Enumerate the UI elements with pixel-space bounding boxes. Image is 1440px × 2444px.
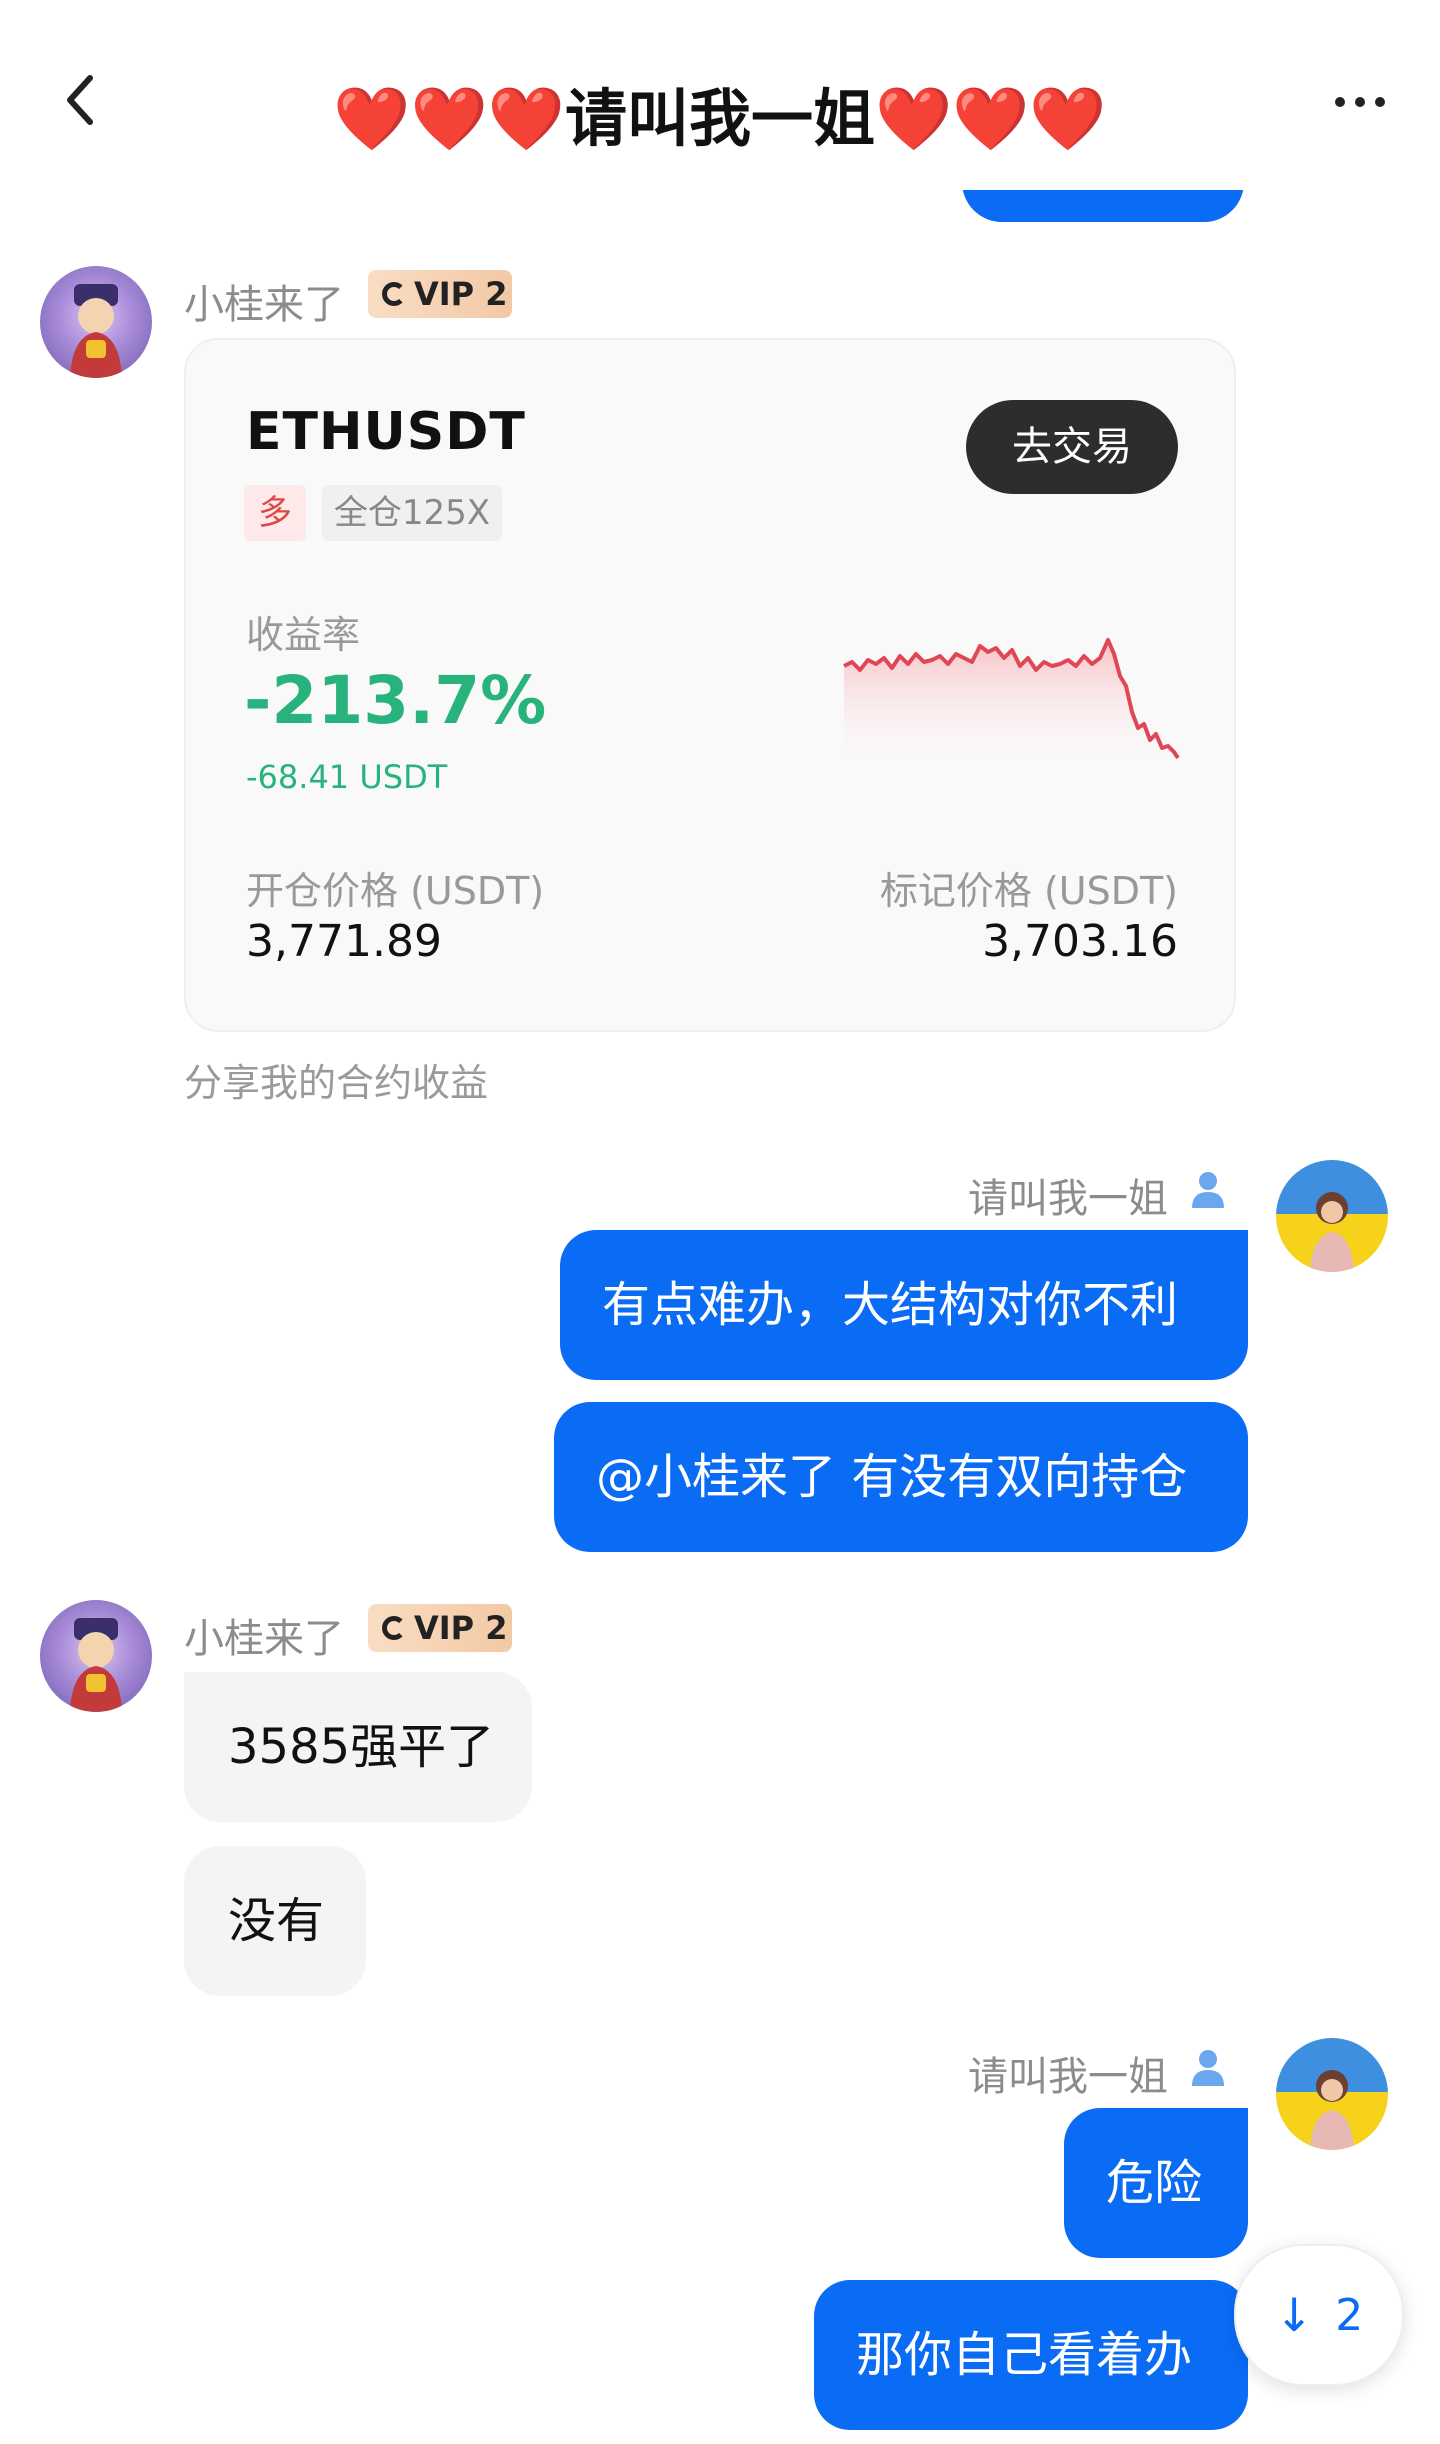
leverage-tag: 全仓125X [322, 485, 502, 541]
avatar-image [70, 1618, 122, 1712]
sender-name[interactable]: 小桂来了 [184, 272, 344, 330]
vip-badge: VIP 2 [368, 1604, 512, 1652]
user-icon [1192, 1172, 1224, 1208]
vip-logo-icon [382, 282, 406, 306]
message-bubble-other[interactable]: 3585强平了 [184, 1672, 532, 1822]
vip-badge-label: VIP 2 [414, 275, 508, 313]
trading-pair: ETHUSDT [246, 402, 526, 462]
card-caption: 分享我的合约收益 [184, 1061, 489, 1105]
scroll-to-new-button[interactable]: ↓ 2 [1234, 2244, 1404, 2386]
message-bubble-self[interactable]: @小桂来了 有没有双向持仓 [554, 1402, 1248, 1552]
vip-badge: VIP 2 [368, 270, 512, 318]
title-hearts-right: ❤️❤️❤️ [875, 82, 1107, 155]
message-bubble-self[interactable]: 那你自己看着办 [814, 2280, 1248, 2430]
message-bubble-other[interactable]: 没有 [184, 1846, 366, 1996]
message-bubble-self[interactable]: 有点难办，大结构对你不利 [560, 1230, 1248, 1380]
sender-name[interactable]: 请叫我一姐 [968, 2044, 1168, 2102]
sender-name[interactable]: 小桂来了 [184, 1606, 344, 1664]
more-dots-icon[interactable] [1332, 90, 1388, 114]
futures-share-card[interactable]: ETHUSDT 多 全仓125X 去交易 收益率 -213.7% -68.41 … [184, 338, 1236, 1032]
roe-value: -213.7% [244, 662, 547, 739]
mark-price-label: 标记价格 (USDT) [879, 869, 1178, 913]
avatar[interactable] [40, 266, 152, 378]
open-price-label: 开仓价格 (USDT) [246, 869, 545, 913]
sender-name[interactable]: 请叫我一姐 [968, 1166, 1168, 1224]
price-sparkline [843, 638, 1180, 776]
message-bubble-self[interactable]: 危险 [1064, 2108, 1248, 2258]
title-text: 请叫我一姐 [564, 82, 875, 155]
chat-title: ❤️❤️❤️请叫我一姐❤️❤️❤️ [0, 68, 1440, 158]
title-hearts-left: ❤️❤️❤️ [333, 82, 565, 155]
chat-header: ❤️❤️❤️请叫我一姐❤️❤️❤️ [0, 0, 1440, 190]
avatar[interactable] [1276, 2038, 1388, 2150]
avatar[interactable] [40, 1600, 152, 1712]
pnl-value: -68.41 USDT [246, 758, 448, 796]
vip-badge-label: VIP 2 [414, 1609, 508, 1647]
avatar-image [1310, 1192, 1354, 1272]
roe-label: 收益率 [246, 613, 361, 657]
open-price-value: 3,771.89 [246, 916, 442, 967]
avatar[interactable] [1276, 1160, 1388, 1272]
avatar-image [70, 284, 122, 378]
avatar-image [1310, 2070, 1354, 2150]
mark-price-value: 3,703.16 [982, 916, 1178, 967]
vip-logo-icon [382, 1616, 406, 1640]
new-message-count: 2 [1335, 2289, 1364, 2341]
side-tag: 多 [244, 485, 306, 541]
trade-button[interactable]: 去交易 [966, 400, 1178, 494]
user-icon [1192, 2050, 1224, 2086]
arrow-down-icon: ↓ [1274, 2288, 1314, 2342]
